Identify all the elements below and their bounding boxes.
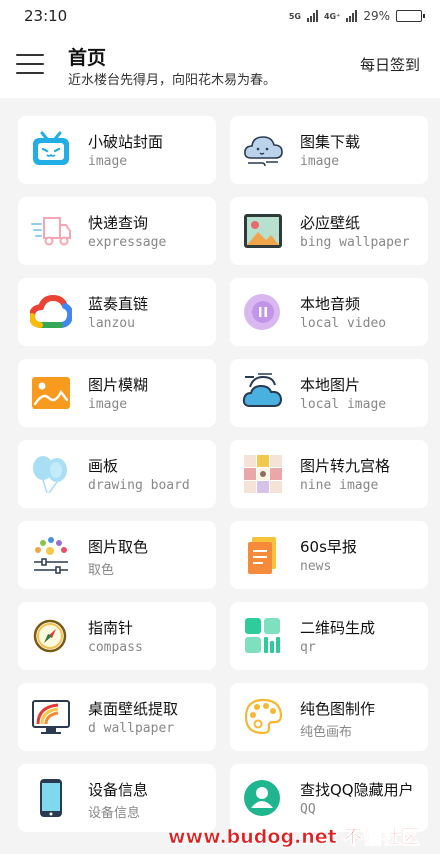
tool-subtitle: 取色 xyxy=(88,563,115,578)
user-circle-icon xyxy=(242,778,284,818)
tool-name: 蓝奏直链 xyxy=(88,295,149,313)
tool-subtitle: image xyxy=(300,154,340,169)
nine-grid-icon xyxy=(242,454,284,494)
tool-subtitle: expressage xyxy=(88,235,167,250)
tool-name: 设备信息 xyxy=(88,781,149,799)
battery-percent: 29% xyxy=(363,9,390,23)
tool-card-bilibili-cover[interactable]: 小破站封面 image xyxy=(18,116,216,184)
google-cloud-icon xyxy=(30,292,72,332)
page-subtitle: 近水楼台先得月，向阳花木易为春。 xyxy=(68,73,277,88)
tool-subtitle: qr xyxy=(300,640,316,655)
tool-name: 查找QQ隐藏用户 xyxy=(300,781,414,799)
tool-name: 桌面壁纸提取 xyxy=(88,700,179,718)
tool-card-express-query[interactable]: 快递查询 expressage xyxy=(18,197,216,265)
network-5g-label: 5G xyxy=(288,11,301,21)
tool-name: 图集下载 xyxy=(300,133,361,151)
tool-subtitle: bing wallpaper xyxy=(300,235,410,250)
tool-subtitle: image xyxy=(88,397,128,412)
signal-icon-5g xyxy=(306,10,318,22)
monitor-rainbow-icon xyxy=(30,697,72,737)
sun-cloud-icon xyxy=(242,373,284,413)
tool-name: 指南针 xyxy=(88,619,134,637)
tool-subtitle: lanzou xyxy=(88,316,135,331)
paint-palette-icon xyxy=(242,697,284,737)
tool-subtitle: nine image xyxy=(300,478,379,493)
tool-card-bing-wallpaper[interactable]: 必应壁纸 bing wallpaper xyxy=(230,197,428,265)
tool-subtitle: QQ xyxy=(300,802,316,817)
tool-subtitle: compass xyxy=(88,640,143,655)
signal-icon-4g xyxy=(346,10,358,22)
tool-grid: 小破站封面 image 图集下载 image 快递查询 expressage 必… xyxy=(18,116,428,832)
tool-card-color-picker[interactable]: 图片取色 取色 xyxy=(18,521,216,589)
audio-pause-icon xyxy=(242,292,284,332)
tool-card-local-audio[interactable]: 本地音频 local video xyxy=(230,278,428,346)
tool-name: 纯色图制作 xyxy=(300,700,376,718)
tool-subtitle: image xyxy=(88,154,128,169)
battery-icon xyxy=(396,10,425,22)
daily-signin-button[interactable]: 每日签到 xyxy=(360,54,420,75)
newspaper-icon xyxy=(242,535,284,575)
tool-subtitle: local image xyxy=(300,397,387,412)
app-header: 首页 近水楼台先得月，向阳花木易为春。 每日签到 xyxy=(0,32,440,98)
tool-subtitle: d wallpaper xyxy=(88,721,175,736)
tool-card-desktop-wallpaper[interactable]: 桌面壁纸提取 d wallpaper xyxy=(18,683,216,751)
tool-card-drawing-board[interactable]: 画板 drawing board xyxy=(18,440,216,508)
bilibili-tv-icon xyxy=(30,130,72,170)
status-indicators: 5G 4G⁺ 29% xyxy=(288,9,425,23)
tool-name: 60s早报 xyxy=(300,538,357,556)
palette-sliders-icon xyxy=(30,535,72,575)
network-4g-label: 4G⁺ xyxy=(323,11,341,21)
status-time: 23:10 xyxy=(24,7,68,25)
tool-card-image-blur[interactable]: 图片模糊 image xyxy=(18,359,216,427)
tool-name: 图片转九宫格 xyxy=(300,457,391,475)
tool-name: 本地音频 xyxy=(300,295,361,313)
tool-card-60s-news[interactable]: 60s早报 news xyxy=(230,521,428,589)
site-watermark: www.budog.net 不懂社区 xyxy=(168,826,420,849)
page-title: 首页 xyxy=(68,47,107,69)
tool-name: 小破站封面 xyxy=(88,133,164,151)
tool-name: 快递查询 xyxy=(88,214,149,232)
tool-name: 二维码生成 xyxy=(300,619,376,637)
balloons-icon xyxy=(30,454,72,494)
status-bar: 23:10 5G 4G⁺ 29% xyxy=(0,0,440,32)
tool-name: 必应壁纸 xyxy=(300,214,361,232)
tool-name: 图片模糊 xyxy=(88,376,149,394)
tool-card-qr-generator[interactable]: 二维码生成 qr xyxy=(230,602,428,670)
cloud-wind-icon xyxy=(242,130,284,170)
phone-icon xyxy=(30,778,72,818)
tool-subtitle: drawing board xyxy=(88,478,190,493)
tool-card-compass[interactable]: 指南针 compass xyxy=(18,602,216,670)
tool-subtitle: 设备信息 xyxy=(88,806,141,821)
tool-card-nine-grid[interactable]: 图片转九宫格 nine image xyxy=(230,440,428,508)
landscape-picture-icon xyxy=(242,211,284,251)
tool-card-solid-color[interactable]: 纯色图制作 纯色画布 xyxy=(230,683,428,751)
delivery-truck-icon xyxy=(30,211,72,251)
tool-subtitle: 纯色画布 xyxy=(300,725,353,740)
tool-name: 本地图片 xyxy=(300,376,361,394)
tool-name: 图片取色 xyxy=(88,538,149,556)
tool-card-lanzou[interactable]: 蓝奏直链 lanzou xyxy=(18,278,216,346)
orange-picture-icon xyxy=(30,373,72,413)
menu-icon[interactable] xyxy=(16,52,44,76)
tool-subtitle: news xyxy=(300,559,332,574)
tool-subtitle: local video xyxy=(300,316,387,331)
tool-name: 画板 xyxy=(88,457,119,475)
tool-card-album-download[interactable]: 图集下载 image xyxy=(230,116,428,184)
qr-grid-icon xyxy=(242,616,284,656)
tool-card-local-image[interactable]: 本地图片 local image xyxy=(230,359,428,427)
compass-icon xyxy=(30,616,72,656)
